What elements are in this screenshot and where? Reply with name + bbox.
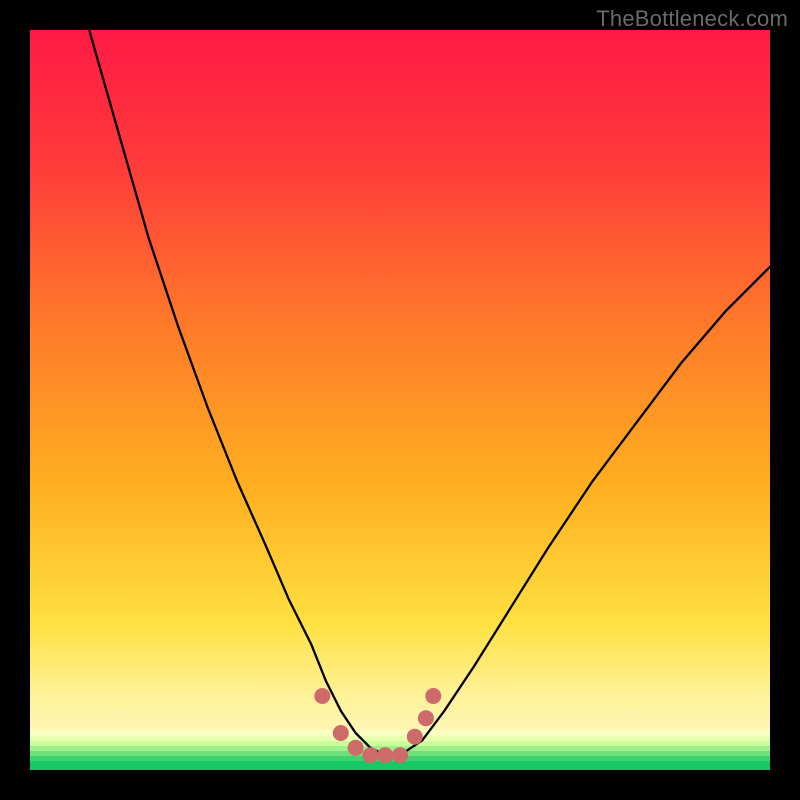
curve-marker: [362, 747, 378, 763]
curve-marker: [314, 688, 330, 704]
curve-marker: [425, 688, 441, 704]
curve-marker: [333, 725, 349, 741]
curve-marker: [377, 747, 393, 763]
gradient-background: [30, 30, 770, 770]
plot-svg: [30, 30, 770, 770]
curve-marker: [348, 740, 364, 756]
chart-container: TheBottleneck.com: [0, 0, 800, 800]
curve-marker: [407, 729, 423, 745]
watermark-text: TheBottleneck.com: [596, 6, 788, 32]
plot-area: [30, 30, 770, 770]
curve-marker: [392, 747, 408, 763]
curve-marker: [418, 710, 434, 726]
